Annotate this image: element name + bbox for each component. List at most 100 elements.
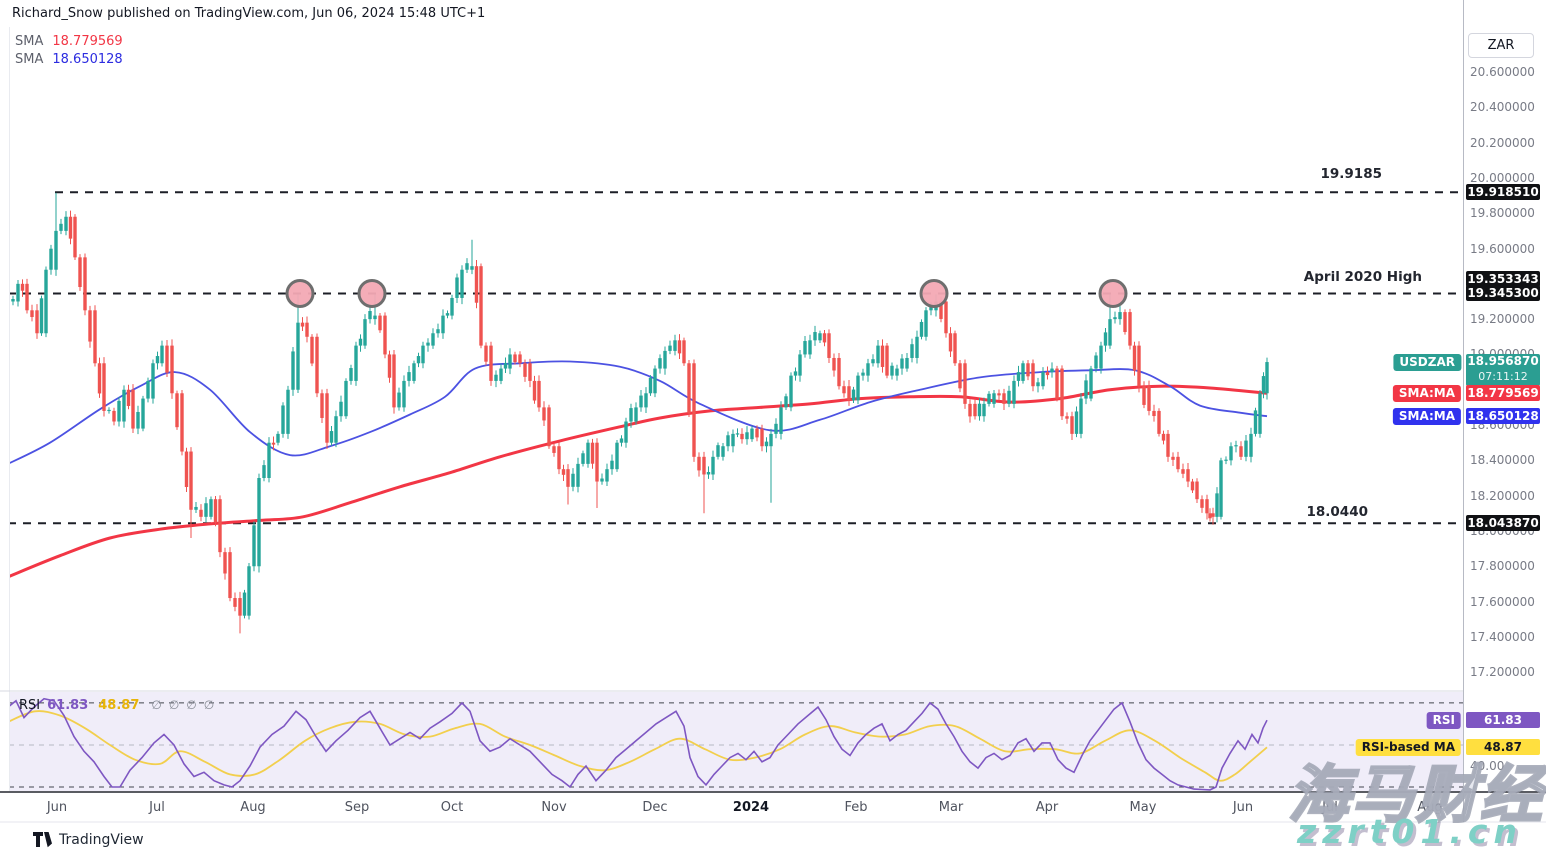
candle-body: [1200, 499, 1203, 508]
price-tick: 17.600000: [1470, 595, 1535, 609]
time-axis-label-jun[interactable]: Jun: [47, 800, 67, 815]
candle-body: [127, 390, 130, 406]
candle-body: [199, 510, 202, 517]
candle-body: [1186, 469, 1189, 481]
time-axis-label-aug[interactable]: Aug: [240, 800, 265, 815]
time-axis-label-nov[interactable]: Nov: [541, 800, 566, 815]
candle-body: [707, 472, 710, 474]
candle-body: [982, 404, 985, 416]
price-chart-canvas[interactable]: [0, 0, 1546, 857]
candle-body: [1162, 434, 1165, 441]
candle-body: [383, 316, 386, 355]
time-axis-label-jul[interactable]: Jul: [149, 800, 165, 815]
candle-body: [88, 310, 91, 341]
candle-body: [344, 381, 347, 416]
circle-slash-icon[interactable]: ∅: [151, 698, 161, 712]
candle-body: [537, 381, 540, 407]
circle-slash-icon[interactable]: ∅: [204, 698, 214, 712]
candle-body: [692, 363, 695, 457]
price-tick: 20.600000: [1470, 65, 1535, 79]
candle-body: [436, 329, 439, 333]
time-axis-label-jun[interactable]: Jun: [1233, 800, 1253, 815]
candle-body: [156, 356, 159, 363]
candle-body: [296, 323, 299, 390]
series-value-badge: 18.95687007:11:12: [1466, 354, 1540, 386]
rsi-label: RSI: [19, 698, 40, 713]
candle-body: [832, 358, 835, 371]
circle-slash-icon[interactable]: ∅: [169, 698, 179, 712]
candle-body: [881, 346, 884, 367]
time-axis-label-2024[interactable]: 2024: [733, 800, 769, 815]
candle-body: [644, 393, 647, 407]
highlight-circle-marker[interactable]: [359, 280, 385, 306]
candle-body: [1176, 457, 1179, 469]
candle-body: [1244, 441, 1247, 457]
time-axis-label-apr[interactable]: Apr: [1036, 800, 1059, 815]
candle-body: [1104, 332, 1107, 345]
candle-body: [291, 351, 294, 389]
candle-body: [856, 376, 859, 401]
candle-body: [21, 284, 24, 291]
watermark-url: zzrt01.cn: [1297, 812, 1523, 851]
candle-body: [803, 341, 806, 354]
candle-body: [547, 407, 550, 446]
candle-body: [49, 249, 52, 270]
candle-body: [402, 381, 405, 407]
candle-body: [484, 346, 487, 362]
candle-body: [286, 390, 289, 434]
candle-body: [228, 552, 231, 598]
candle-body: [1002, 393, 1005, 404]
candle-body: [842, 386, 845, 393]
candle-body: [310, 337, 313, 364]
candle-body: [1113, 317, 1116, 319]
candle-body: [243, 593, 246, 616]
tradingview-logo-text: TradingView: [59, 832, 144, 848]
price-tick: 18.400000: [1470, 453, 1535, 467]
series-name-badge-smama: SMA:MA: [1393, 408, 1461, 425]
candle-body: [11, 299, 14, 301]
candle-body: [238, 598, 241, 616]
price-tick: 18.200000: [1470, 489, 1535, 503]
candle-body: [779, 407, 782, 433]
candle-body: [784, 396, 787, 407]
candle-body: [813, 332, 816, 340]
time-axis-label-dec[interactable]: Dec: [642, 800, 667, 815]
candle-body: [992, 393, 995, 404]
candle-body: [663, 351, 666, 369]
tradingview-logo[interactable]: TradingView: [33, 831, 144, 848]
candle-body: [431, 333, 434, 345]
highlight-circle-marker[interactable]: [921, 280, 947, 306]
highlight-circle-marker[interactable]: [1100, 280, 1126, 306]
candle-body: [368, 311, 371, 319]
candle-body: [1211, 513, 1214, 517]
candle-body: [421, 346, 424, 364]
candle-body: [1041, 372, 1044, 386]
candle-body: [750, 429, 753, 440]
time-axis-label-may[interactable]: May: [1130, 800, 1157, 815]
candle-body: [1152, 411, 1155, 416]
time-axis-label-sep[interactable]: Sep: [345, 800, 370, 815]
series-name-badge-smama: SMA:MA: [1393, 385, 1461, 402]
candle-body: [1258, 393, 1261, 434]
candles[interactable]: [6, 193, 1268, 633]
candle-body: [789, 376, 792, 408]
candle-body: [668, 346, 671, 351]
candle-body: [301, 323, 304, 327]
candle-body: [711, 457, 714, 475]
candle-body: [847, 386, 850, 400]
time-axis-label-feb[interactable]: Feb: [844, 800, 867, 815]
candle-body: [895, 369, 898, 376]
candle-body: [682, 340, 685, 363]
candle-body: [1099, 346, 1102, 369]
highlight-circle-marker[interactable]: [287, 280, 313, 306]
rsi-pane[interactable]: [9, 692, 1463, 791]
time-axis-label-mar[interactable]: Mar: [939, 800, 964, 815]
circle-slash-icon[interactable]: ∅: [186, 698, 196, 712]
candle-body: [653, 369, 656, 394]
currency-toggle-button[interactable]: ZAR: [1468, 33, 1534, 58]
rsi-legend[interactable]: RSI61.8348.87∅∅∅∅: [19, 698, 221, 713]
time-axis-label-oct[interactable]: Oct: [441, 800, 463, 815]
candle-body: [687, 363, 690, 413]
level-axis-badge: 19.918510: [1466, 184, 1540, 200]
candle-body: [973, 404, 976, 416]
